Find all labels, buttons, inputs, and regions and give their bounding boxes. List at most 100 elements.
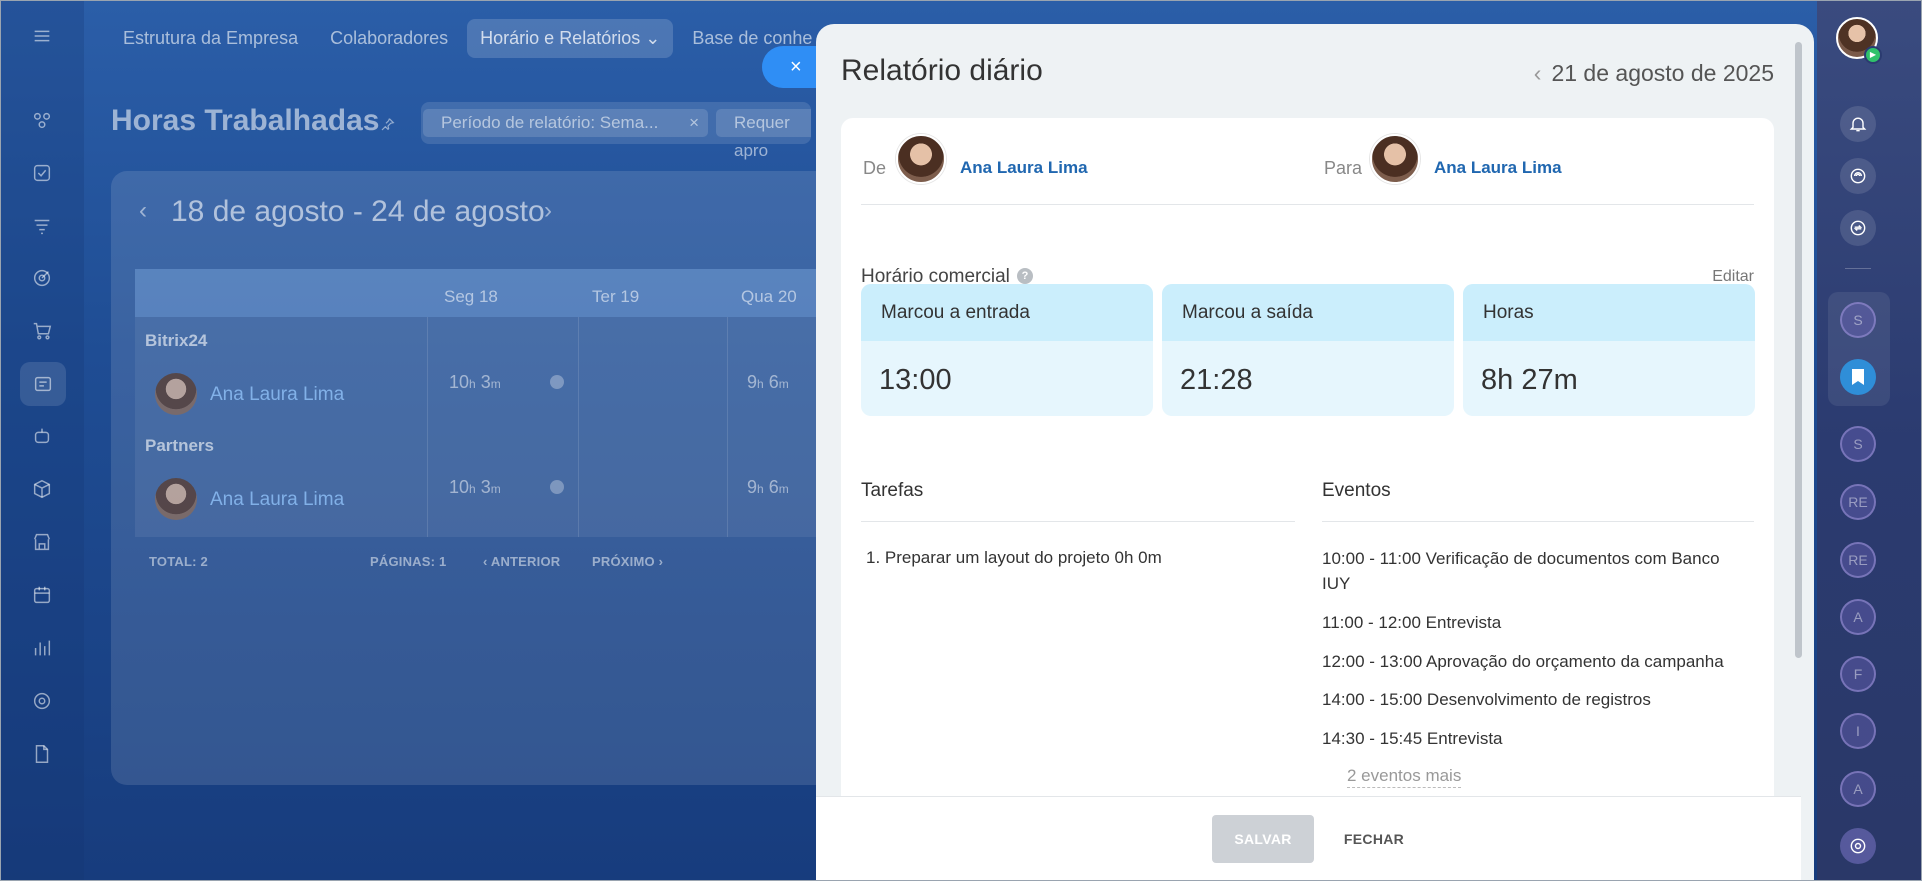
bookmark-icon[interactable] (1840, 359, 1876, 395)
avatar[interactable] (896, 134, 946, 184)
avatar[interactable] (155, 478, 197, 520)
column-divider (427, 317, 428, 537)
funnel-icon[interactable] (26, 210, 58, 242)
stat-label: Marcou a saída (1162, 284, 1454, 341)
box-icon[interactable] (26, 473, 58, 505)
chevron-left-icon[interactable]: ‹ (139, 197, 147, 225)
chat-avatar[interactable]: I (1840, 713, 1876, 749)
minutes-value: 6 (768, 477, 779, 497)
close-button[interactable]: FECHAR (1334, 815, 1414, 863)
event-item[interactable]: 14:30 - 15:45 Entrevista (1322, 726, 1752, 751)
from-person-link[interactable]: Ana Laura Lima (960, 158, 1088, 178)
minutes-value: 3 (480, 477, 491, 497)
stat-hours: Horas 8h 27m (1463, 284, 1755, 416)
chat-avatar[interactable]: RE (1840, 542, 1876, 578)
from-label: De (863, 158, 887, 178)
tab-employees[interactable]: Colaboradores (317, 19, 461, 58)
copilot-icon[interactable] (1840, 158, 1876, 194)
settings-icon[interactable] (26, 685, 58, 717)
pin-icon[interactable] (380, 116, 396, 137)
minutes-unit: m (490, 482, 501, 496)
more-events-link[interactable]: 2 eventos mais (1347, 765, 1462, 788)
divider (1845, 268, 1871, 269)
hours-unit: h (757, 482, 764, 496)
save-button[interactable]: SALVAR (1212, 815, 1314, 863)
stat-value: 8h 27m (1481, 364, 1578, 396)
employee-name-link[interactable]: Ana Laura Lima (210, 489, 344, 511)
chat-avatar[interactable]: F (1840, 656, 1876, 692)
cart-icon[interactable] (26, 315, 58, 347)
divider (861, 204, 1754, 205)
online-status-icon: ▶ (1864, 46, 1882, 64)
time-cell[interactable]: 10h 3m (449, 372, 501, 393)
next-page-button[interactable]: PRÓXIMO › (592, 554, 663, 569)
minutes-unit: m (778, 377, 789, 391)
chat-avatar[interactable]: S (1840, 302, 1876, 338)
event-item[interactable]: 10:00 - 11:00 Verificação de documentos … (1322, 546, 1752, 596)
menu-icon[interactable] (26, 20, 58, 52)
avatar[interactable] (155, 373, 197, 415)
stat-clock-in: Marcou a entrada 13:00 (861, 284, 1153, 416)
tasks-title: Tarefas (861, 480, 924, 501)
hours-unit: h (469, 482, 476, 496)
close-icon[interactable]: × (689, 109, 699, 137)
page-title: Horas Trabalhadas (111, 104, 380, 137)
employee-name-link[interactable]: Ana Laura Lima (210, 384, 344, 406)
stat-label: Marcou a entrada (861, 284, 1153, 341)
left-sidebar (0, 0, 84, 881)
info-icon[interactable] (550, 375, 564, 389)
timeman-icon[interactable] (20, 362, 66, 406)
to-person-link[interactable]: Ana Laura Lima (1434, 158, 1562, 178)
minutes-unit: m (490, 377, 501, 391)
chat-avatar[interactable]: A (1840, 771, 1876, 807)
event-item[interactable]: 12:00 - 13:00 Aprovação do orçamento da … (1322, 649, 1752, 674)
chevron-right-icon[interactable]: › (544, 197, 552, 225)
calendar-icon[interactable] (26, 579, 58, 611)
column-divider (578, 317, 579, 537)
chat-avatar[interactable]: RE (1840, 484, 1876, 520)
chat-avatar[interactable]: S (1840, 426, 1876, 462)
filter-search-box[interactable]: Período de relatório: Sema... × Requer a… (421, 102, 811, 160)
close-icon: × (790, 55, 802, 78)
time-cell[interactable]: 10h 3m (449, 477, 501, 498)
store-icon[interactable] (26, 526, 58, 558)
avatar[interactable] (1370, 134, 1420, 184)
worktime-report-card: ‹ 18 de agosto - 24 de agosto › Seg 18 T… (111, 171, 851, 785)
filter-chip-approval[interactable]: Requer apro (716, 109, 811, 160)
hours-unit: h (469, 377, 476, 391)
tab-schedule-reports[interactable]: Horário e Relatórios ⌄ (467, 18, 674, 58)
prev-page-button[interactable]: ‹ ANTERIOR (483, 554, 560, 569)
target-icon[interactable] (26, 262, 58, 294)
sync-icon[interactable] (1840, 210, 1876, 246)
filter-chip-period[interactable]: Período de relatório: Sema... × (423, 109, 708, 137)
support-icon[interactable] (1840, 828, 1876, 864)
task-item[interactable]: 1. Preparar um layout do projeto 0h 0m (866, 548, 1162, 568)
divider (861, 521, 1295, 522)
robot-icon[interactable] (26, 420, 58, 452)
crm-icon[interactable] (26, 104, 58, 136)
filter-chip-approval-label: Requer apro (734, 113, 790, 160)
chat-avatar[interactable]: A (1840, 599, 1876, 635)
bell-icon[interactable] (1840, 106, 1876, 142)
pages-value: 1 (439, 554, 447, 569)
chevron-left-icon[interactable]: ‹ (1534, 60, 1542, 86)
help-icon[interactable]: ? (1017, 268, 1033, 284)
time-cell[interactable]: 9h 6m (747, 372, 789, 393)
tasks-icon[interactable] (26, 157, 58, 189)
report-date-text: 21 de agosto de 2025 (1551, 60, 1774, 86)
hours-value: 9 (747, 372, 758, 392)
info-icon[interactable] (550, 480, 564, 494)
analytics-icon[interactable] (26, 632, 58, 664)
tab-company-structure[interactable]: Estrutura da Empresa (110, 19, 311, 58)
column-divider (727, 317, 728, 537)
prev-page-label: ANTERIOR (490, 554, 561, 569)
event-item[interactable]: 14:00 - 15:00 Desenvolvimento de registr… (1322, 687, 1752, 712)
hours-value: 9 (747, 477, 758, 497)
document-icon[interactable] (26, 738, 58, 770)
scrollbar[interactable] (1795, 42, 1802, 658)
event-item[interactable]: 11:00 - 12:00 Entrevista (1322, 610, 1752, 635)
time-cell[interactable]: 9h 6m (747, 477, 789, 498)
total-count: TOTAL: 2 (149, 554, 208, 569)
column-header: Seg 18 (444, 287, 498, 306)
stat-value: 21:28 (1180, 364, 1253, 396)
